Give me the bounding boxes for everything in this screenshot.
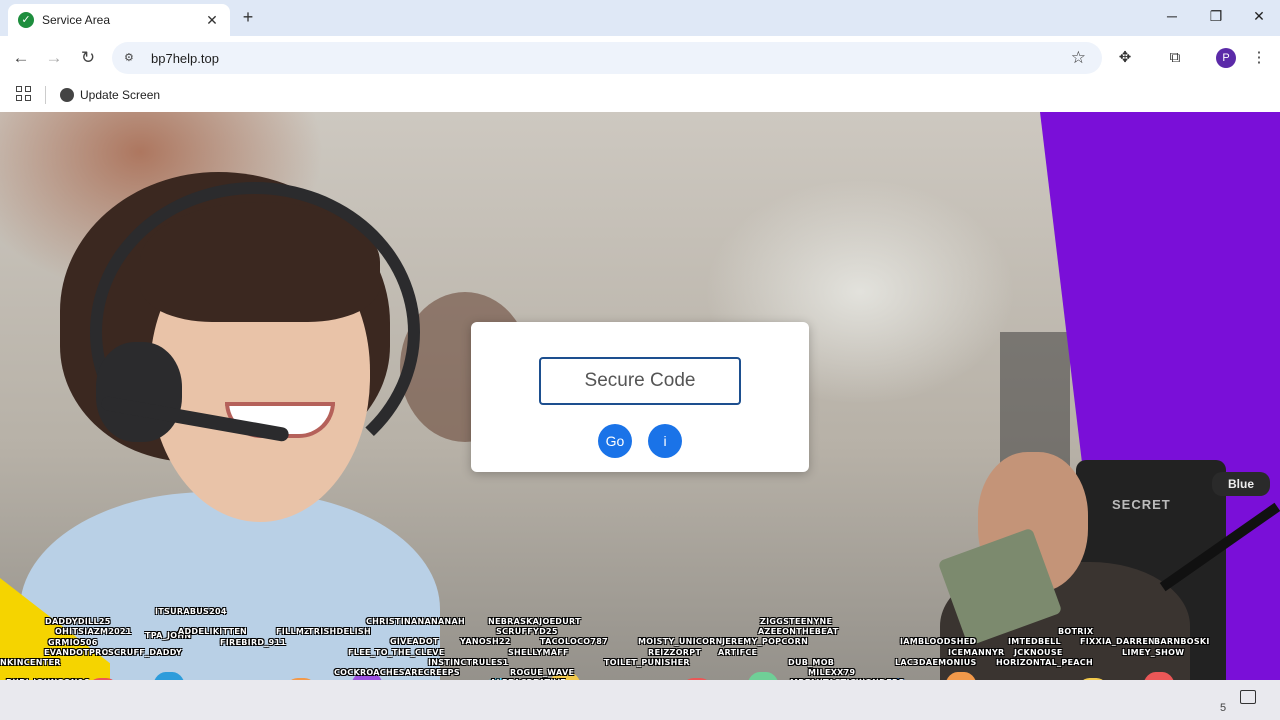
page-viewport: Go i SECRET Blue ITSURABUS204DADDYDILL25…	[0, 112, 1280, 720]
close-window-icon[interactable]: ✕	[1249, 8, 1269, 25]
chat-username: ADDELIKITTEN	[178, 627, 248, 636]
close-tab-icon[interactable]: ✕	[204, 12, 220, 29]
bookmark-label: Update Screen	[80, 88, 161, 102]
chat-username: DADDYDILL25	[45, 617, 111, 626]
chat-username: INSTINCTRULES1	[428, 658, 509, 667]
chat-names-overlay: ITSURABUS204 DADDYDILL25 OHITSIAZM2021 TPA_…	[0, 112, 1280, 720]
chat-username: YANOSH22	[460, 637, 511, 646]
chat-username: EVANDOTPRO	[44, 648, 109, 657]
address-bar[interactable]: ⚙ bp7help.top ☆	[112, 42, 1102, 74]
profile-avatar[interactable]: P	[1216, 48, 1236, 68]
bookmark-update-screen[interactable]: Update Screen	[60, 84, 160, 106]
chat-username: GRMIO506	[48, 638, 98, 647]
chat-username: NKINCENTER	[0, 658, 61, 667]
chat-username: ZIGGSTEENYNE	[760, 617, 833, 626]
chat-username: LAC3DAEMONIUS	[895, 658, 977, 667]
chat-username: TRISHDELISH	[308, 627, 371, 636]
chat-username: SCRUFFYD25	[496, 627, 558, 636]
chat-username: SHELLYMAFF	[508, 648, 569, 657]
chat-username: ARTIFCE	[718, 648, 758, 657]
chat-username: FIXXIA_DARREN	[1080, 637, 1156, 646]
os-taskbar: 5	[0, 680, 1280, 720]
chat-username: FLEE_TO_THE_CLEVE	[348, 648, 445, 657]
chat-username: FIREBIRD_911	[220, 638, 287, 647]
site-settings-icon[interactable]: ⚙	[124, 51, 138, 65]
chat-username: MOISTY_UNICORNS	[638, 637, 729, 646]
chat-username: LIMEY_SHOW	[1122, 648, 1185, 657]
bookmarks-bar: Update Screen	[0, 80, 1280, 112]
chat-username: CHRISTINANANANAH	[366, 617, 465, 626]
chat-username: DUB_MOB	[788, 658, 835, 667]
chat-username: ICEMANNYR	[948, 648, 1005, 657]
chat-username: HORIZONTAL_PEACH	[996, 658, 1093, 667]
menu-dots-icon[interactable]: ⋮	[1249, 48, 1269, 68]
chat-username: MILEXX79	[808, 668, 856, 677]
globe-icon	[60, 88, 74, 102]
chat-username: SCRUFF_DADDY	[108, 648, 183, 657]
apps-grid-icon[interactable]	[16, 86, 32, 102]
reload-icon[interactable]: ↻	[77, 47, 99, 69]
tab-strip: ✓ Service Area ✕ + ─ ❐ ✕	[0, 0, 1280, 36]
chat-username: TOILET_PUNISHER	[604, 658, 690, 667]
chat-username: COCKROACHESARECREEPS	[334, 668, 460, 677]
new-tab-button[interactable]: +	[238, 7, 258, 27]
bookmark-star-icon[interactable]: ☆	[1071, 48, 1086, 68]
chat-username: FILLMZ	[276, 627, 311, 636]
bookmark-divider	[45, 86, 46, 104]
tab-service-area[interactable]: ✓ Service Area ✕	[8, 4, 230, 36]
chat-username: ROGUE_WAVE	[510, 668, 575, 677]
chat-username: IMTEDBELL	[1008, 637, 1061, 646]
chat-username: AZEEONTHEBEAT	[758, 627, 839, 636]
check-favicon-icon: ✓	[18, 12, 34, 28]
tab-title: Service Area	[42, 13, 111, 27]
chat-username: GIVEADOT	[390, 637, 439, 646]
chat-username: TACOLOCO787	[540, 637, 608, 646]
chat-username: OHITSIAZM2021	[55, 627, 132, 636]
browser-toolbar: ← → ↻ ⚙ bp7help.top ☆ ✥ ⧉ ⋮	[0, 36, 1280, 80]
tab-search-icon[interactable]: ⧉	[1165, 48, 1185, 68]
extensions-puzzle-icon[interactable]: ✥	[1115, 48, 1135, 68]
forward-arrow-icon[interactable]: →	[43, 47, 65, 69]
chat-username: JCKNOUSE	[1014, 648, 1063, 657]
taskbar-fragment: 5	[1220, 702, 1227, 714]
chat-username: BOTRIX	[1058, 627, 1094, 636]
chat-username: REIZZORPT	[648, 648, 702, 657]
chat-username: IAMBLOODSHED	[900, 637, 977, 646]
chat-username: NEBRASKAJOEDURT	[488, 617, 581, 626]
minimize-icon[interactable]: ─	[1162, 8, 1182, 24]
chat-username: JEREMY_POPCORN	[722, 637, 809, 646]
notification-icon[interactable]	[1240, 690, 1256, 704]
url-text[interactable]: bp7help.top	[151, 51, 1071, 66]
restore-icon[interactable]: ❐	[1206, 8, 1226, 25]
back-arrow-icon[interactable]: ←	[10, 47, 32, 69]
chat-username: BARNBOSKI	[1154, 637, 1210, 646]
chat-username: ITSURABUS204	[155, 607, 227, 616]
